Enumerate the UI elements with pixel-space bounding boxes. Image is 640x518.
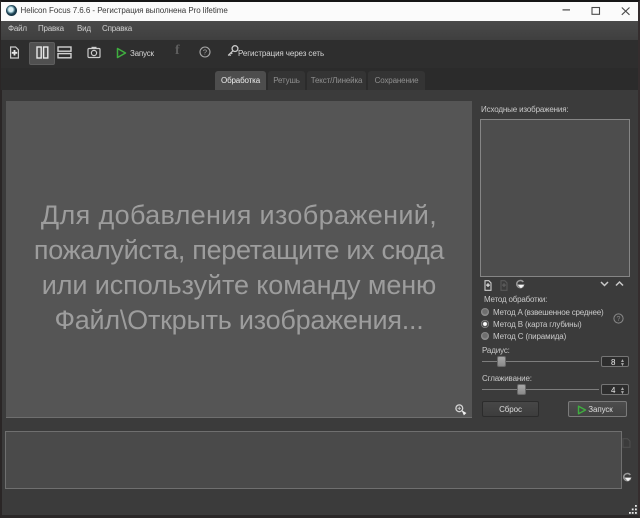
svg-text:?: ?: [203, 48, 207, 57]
svg-text:?: ?: [617, 316, 621, 323]
